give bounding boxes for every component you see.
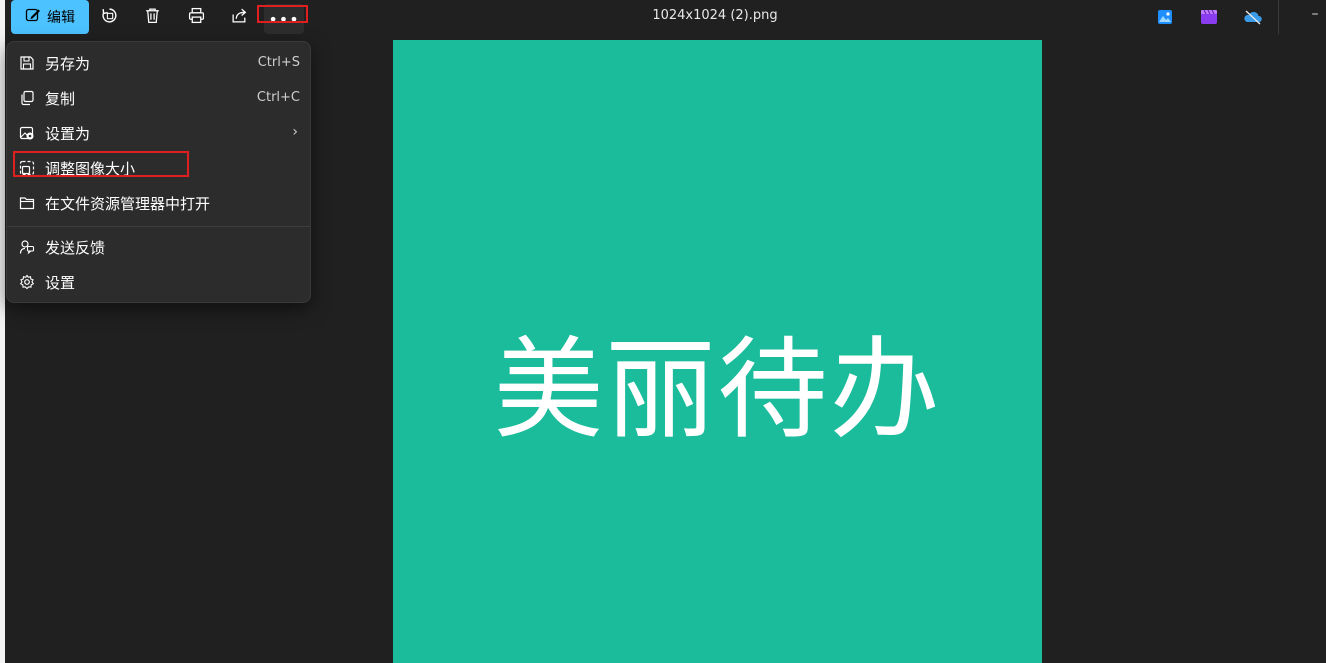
print-icon — [188, 7, 205, 28]
menu-item-label: 另存为 — [45, 55, 91, 73]
titlebar-divider — [1278, 0, 1279, 34]
clipchamp-icon — [1199, 9, 1219, 31]
menu-item-label: 设置 — [45, 274, 76, 292]
highlight-box-resize — [13, 151, 189, 177]
folder-icon — [19, 195, 35, 211]
menu-item-settings[interactable]: 设置 — [11, 266, 308, 298]
image-canvas: 美丽待办 — [393, 40, 1042, 663]
menu-item-shortcut: Ctrl+C — [256, 90, 300, 105]
menu-item-label: 复制 — [45, 90, 76, 108]
minimize-button[interactable]: – — [1305, 6, 1325, 26]
print-button[interactable] — [178, 0, 214, 34]
share-button[interactable] — [221, 0, 257, 34]
rotate-icon — [101, 7, 118, 28]
delete-icon — [144, 7, 161, 28]
delete-button[interactable] — [134, 0, 170, 34]
copy-icon — [19, 90, 35, 106]
highlight-box-more — [257, 5, 308, 23]
share-icon — [231, 7, 248, 28]
onedrive-button[interactable] — [1243, 7, 1263, 27]
onedrive-icon — [1243, 10, 1263, 31]
clipchamp-button[interactable] — [1199, 7, 1219, 27]
background-window-edge — [0, 0, 5, 663]
image-text: 美丽待办 — [493, 326, 942, 454]
menu-item-label: 发送反馈 — [45, 239, 106, 257]
menu-item-set-as[interactable]: 设置为 › — [11, 117, 308, 149]
feedback-icon — [19, 239, 35, 255]
gear-icon — [19, 274, 35, 290]
file-name-title: 1024x1024 (2).png — [652, 8, 778, 23]
edit-label: 编辑 — [47, 10, 75, 26]
menu-item-label: 设置为 — [45, 125, 91, 143]
menu-item-save-as[interactable]: 另存为 Ctrl+S — [11, 47, 308, 79]
chevron-right-icon: › — [292, 124, 298, 140]
edit-button[interactable]: 编辑 — [11, 0, 89, 34]
menu-item-shortcut: Ctrl+S — [257, 55, 300, 70]
menu-item-copy[interactable]: 复制 Ctrl+C — [11, 82, 308, 114]
menu-item-label: 在文件资源管理器中打开 — [45, 195, 211, 213]
title-bar: 编辑 ••• 1024x1024 (2).png – — [5, 0, 1326, 34]
photos-app-button[interactable] — [1155, 7, 1175, 27]
menu-divider — [7, 226, 310, 227]
photos-icon — [1155, 10, 1175, 31]
photos-app-window: 编辑 ••• 1024x1024 (2).png – 美丽待办 另存为 Ctrl… — [0, 0, 1326, 663]
menu-item-send-feedback[interactable]: 发送反馈 — [11, 231, 308, 263]
edit-icon — [25, 7, 41, 27]
rotate-button[interactable] — [91, 0, 127, 34]
set-as-icon — [19, 125, 35, 141]
save-icon — [19, 55, 35, 71]
menu-item-open-in-explorer[interactable]: 在文件资源管理器中打开 — [11, 187, 308, 219]
